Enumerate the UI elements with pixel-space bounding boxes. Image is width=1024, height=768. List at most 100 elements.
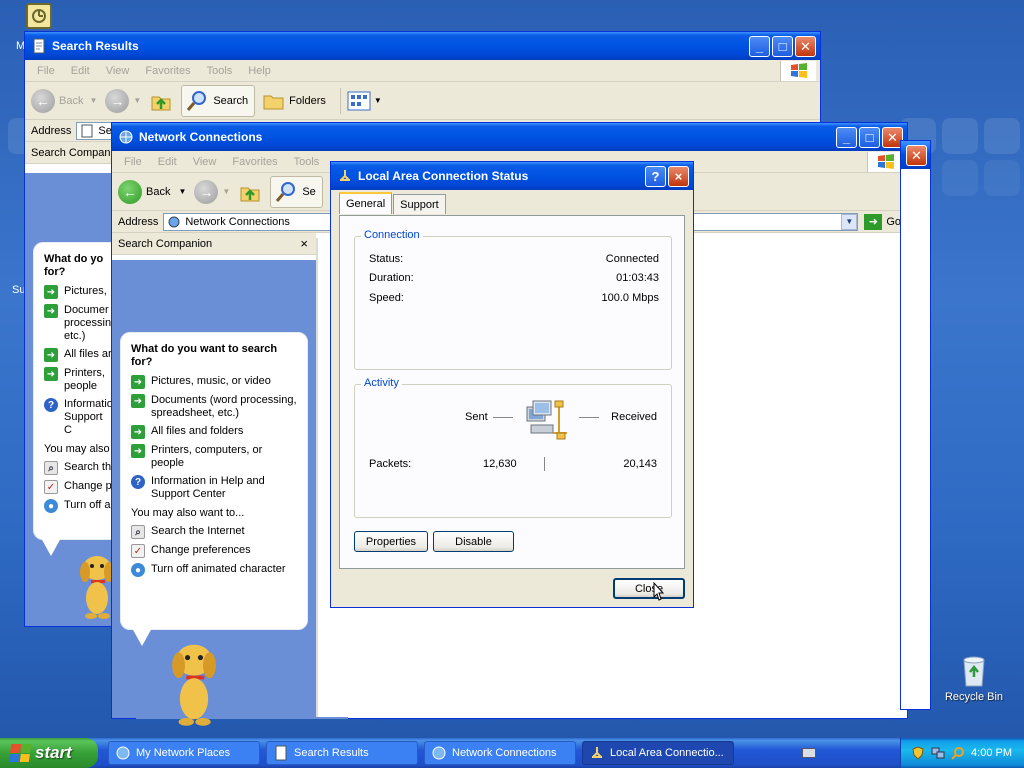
- network-plug-icon: [340, 170, 350, 181]
- forward-button[interactable]: → ▼: [194, 179, 230, 204]
- windows-logo: [867, 151, 903, 172]
- taskbar-item-network-connections[interactable]: Network Connections: [424, 741, 576, 765]
- close-pane-button[interactable]: ×: [300, 236, 308, 251]
- close-button[interactable]: ✕: [906, 144, 927, 166]
- search-option[interactable]: ➜ Documents (word processing, spreadsheet…: [131, 394, 297, 420]
- received-line: [579, 417, 599, 418]
- also-option[interactable]: ● Turn off a: [44, 499, 112, 513]
- search-option[interactable]: ? Informatio Support C: [44, 398, 113, 437]
- desktop-icon-recycle-bin[interactable]: Recycle Bin: [944, 654, 1004, 703]
- up-folder-button[interactable]: [238, 180, 262, 204]
- tab-support[interactable]: Support: [393, 194, 446, 214]
- connection-status-dialog[interactable]: Local Area Connection Status ? × General…: [330, 161, 694, 608]
- close-button[interactable]: ✕: [795, 35, 816, 57]
- minimize-button[interactable]: _: [749, 35, 770, 57]
- sent-label: Sent: [465, 411, 488, 423]
- menu-edit[interactable]: Edit: [71, 65, 90, 77]
- search-option[interactable]: ➜ Pictures,: [44, 285, 112, 299]
- search-tray-icon[interactable]: [951, 746, 965, 760]
- disable-button[interactable]: Disable: [433, 531, 514, 552]
- also-option[interactable]: ⌕ Search the Internet: [131, 525, 297, 539]
- taskbar-item-search-results[interactable]: Search Results: [266, 741, 418, 765]
- back-button[interactable]: ← Back ▼: [31, 88, 97, 113]
- minimize-button[interactable]: _: [836, 126, 857, 148]
- windows-logo: [780, 60, 816, 81]
- search-option[interactable]: ➜ All files ar: [44, 348, 112, 362]
- menu-view[interactable]: View: [106, 65, 130, 77]
- search-option[interactable]: ➜ Printers, computers, or people: [131, 444, 297, 470]
- maximize-button[interactable]: □: [859, 126, 880, 148]
- search-button[interactable]: Se: [270, 175, 323, 208]
- search-question: What do yo for?: [44, 253, 104, 278]
- clock[interactable]: 4:00 PM: [971, 747, 1012, 759]
- go-arrow-icon: ➜: [864, 213, 883, 230]
- up-folder-icon: [151, 96, 171, 110]
- taskbar-item-my-network-places[interactable]: My Network Places: [108, 741, 260, 765]
- document-icon: [81, 124, 93, 137]
- address-dropdown-button[interactable]: ▼: [841, 213, 858, 230]
- duration-value: 01:03:43: [616, 272, 659, 284]
- toolbar-separator: [339, 87, 341, 114]
- connection-group: Connection Status: Connected Duration: 0…: [354, 229, 672, 370]
- forward-arrow-icon: →: [105, 88, 130, 113]
- keyboard-icon[interactable]: [802, 748, 816, 758]
- go-button[interactable]: ➜ Go: [864, 213, 901, 230]
- search-option[interactable]: ➜ Pictures, music, or video: [131, 375, 297, 389]
- network-connections-icon: [119, 130, 133, 144]
- up-folder-button[interactable]: [149, 89, 173, 113]
- also-option[interactable]: ✓ Change preferences: [131, 544, 297, 558]
- tab-general[interactable]: General: [339, 192, 393, 214]
- activity-legend: Activity: [361, 377, 402, 389]
- help-icon: ?: [131, 475, 145, 489]
- arrow-icon: ➜: [44, 367, 58, 381]
- network-connections-icon: [168, 216, 180, 227]
- taskbar-item-local-area-connection[interactable]: Local Area Connectio...: [582, 741, 734, 765]
- wallpaper-tile: [984, 118, 1020, 154]
- dialog-titlebar[interactable]: Local Area Connection Status ? ×: [331, 162, 693, 190]
- menu-favorites[interactable]: Favorites: [232, 156, 277, 168]
- menu-tools[interactable]: Tools: [207, 65, 233, 77]
- folders-button[interactable]: Folders: [263, 91, 326, 111]
- search-option[interactable]: ? Information in Help and Support Center: [131, 475, 297, 501]
- mouse-cursor-icon: [653, 582, 665, 601]
- menu-file[interactable]: File: [124, 156, 142, 168]
- also-label: You may also want to...: [131, 507, 245, 519]
- menu-help[interactable]: Help: [248, 65, 271, 77]
- search-internet-icon: ⌕: [131, 525, 145, 539]
- properties-button[interactable]: Properties: [354, 531, 428, 552]
- windows-flag-icon: [790, 62, 807, 78]
- network-tray-icon[interactable]: [931, 746, 945, 760]
- network-connections-titlebar[interactable]: Network Connections _ □ ✕: [112, 123, 907, 151]
- menu-edit[interactable]: Edit: [158, 156, 177, 168]
- recycle-bin-icon: [963, 656, 985, 687]
- search-button[interactable]: Search: [181, 84, 256, 117]
- menu-file[interactable]: File: [37, 65, 55, 77]
- bubble-tail: [41, 538, 61, 556]
- menu-view[interactable]: View: [193, 156, 217, 168]
- start-button[interactable]: start: [0, 738, 98, 768]
- menu-tools[interactable]: Tools: [294, 156, 320, 168]
- search-question: What do you want to search for?: [131, 343, 278, 368]
- maximize-button[interactable]: □: [772, 35, 793, 57]
- also-option[interactable]: ⌕ Search th: [44, 461, 112, 475]
- also-option[interactable]: ● Turn off animated character: [131, 563, 297, 577]
- recycle-bin-label: Recycle Bin: [944, 691, 1004, 703]
- system-tray: 4:00 PM: [900, 738, 1024, 768]
- also-option[interactable]: ✓ Change p: [44, 480, 112, 494]
- address-label: Address: [31, 124, 72, 137]
- security-shield-icon[interactable]: [911, 746, 925, 760]
- desktop-icon-network[interactable]: [26, 3, 52, 29]
- help-button[interactable]: ?: [645, 165, 666, 187]
- search-option[interactable]: ➜ Printers, people: [44, 367, 112, 393]
- search-icon: [187, 90, 207, 111]
- forward-button[interactable]: → ▼: [105, 88, 141, 113]
- arrow-icon: ➜: [44, 304, 58, 318]
- back-button[interactable]: ← Back ▼: [118, 179, 186, 204]
- close-button[interactable]: ×: [668, 165, 689, 187]
- search-option[interactable]: ➜ Documer processin etc.): [44, 304, 112, 343]
- search-option[interactable]: ➜ All files and folders: [131, 425, 297, 439]
- views-button[interactable]: ▼: [347, 91, 382, 111]
- menu-favorites[interactable]: Favorites: [145, 65, 190, 77]
- search-results-titlebar[interactable]: Search Results _ □ ✕: [25, 32, 820, 60]
- close-dialog-button[interactable]: Close: [613, 578, 685, 599]
